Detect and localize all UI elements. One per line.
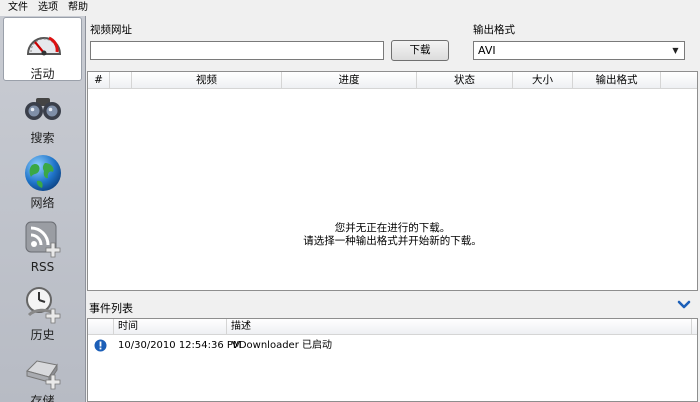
column-size[interactable]: 大小 bbox=[513, 72, 573, 89]
menu-file[interactable]: 文件 bbox=[2, 1, 32, 15]
gauge-icon bbox=[26, 36, 62, 56]
chevron-down-icon[interactable]: ▼ bbox=[669, 44, 682, 57]
clock-icon bbox=[26, 287, 61, 324]
collapse-chevron-icon[interactable] bbox=[677, 298, 691, 312]
output-format-label: 输出格式 bbox=[473, 24, 515, 36]
hard-drive-icon bbox=[26, 360, 61, 390]
event-list-header: 时间 描述 bbox=[88, 319, 697, 335]
column-output-format[interactable]: 输出格式 bbox=[573, 72, 661, 89]
sidebar-item-label: 活动 bbox=[30, 67, 55, 81]
sidebar-item-history[interactable]: 历史 bbox=[3, 279, 82, 343]
empty-downloads-message: 您并无正在进行的下载。 请选择一种输出格式并开始新的下载。 bbox=[88, 222, 697, 248]
sidebar-item-label: 网络 bbox=[30, 196, 55, 210]
menu-bar: 文件 选项 帮助 bbox=[0, 0, 700, 16]
column-video[interactable]: 视频 bbox=[132, 72, 282, 89]
main-panel: 视频网址 下载 输出格式 AVI ▼ # 视频 进度 状态 大小 输出格式 您并… bbox=[87, 16, 700, 402]
column-blank[interactable] bbox=[110, 72, 132, 89]
column-status[interactable]: 状态 bbox=[417, 72, 513, 89]
sidebar-item-rss[interactable]: RSS bbox=[3, 213, 82, 277]
binoculars-icon bbox=[25, 98, 61, 120]
menu-options[interactable]: 选项 bbox=[32, 1, 62, 15]
sidebar-item-label: 搜索 bbox=[30, 131, 55, 145]
event-list-title: 事件列表 bbox=[89, 302, 133, 315]
sidebar-item-network[interactable]: 网络 bbox=[3, 147, 82, 211]
sidebar-item-label: RSS bbox=[30, 260, 55, 274]
globe-icon bbox=[25, 155, 61, 191]
column-number[interactable]: # bbox=[88, 72, 110, 89]
column-description[interactable]: 描述 bbox=[227, 319, 692, 335]
sidebar-item-activity[interactable]: 活动 bbox=[3, 17, 82, 81]
sidebar: 活动 搜索 网络 RSS 历史 存储 bbox=[0, 16, 86, 402]
column-time[interactable]: 时间 bbox=[114, 319, 227, 335]
column-icon[interactable] bbox=[88, 319, 114, 335]
sidebar-item-label: 存储 bbox=[30, 394, 55, 402]
sidebar-item-search[interactable]: 搜索 bbox=[3, 82, 82, 146]
empty-message-line-2: 请选择一种输出格式并开始新的下载。 bbox=[303, 235, 482, 247]
download-button[interactable]: 下载 bbox=[391, 40, 449, 61]
event-time: 10/30/2010 12:54:36 PM bbox=[118, 340, 242, 351]
menu-help[interactable]: 帮助 bbox=[62, 1, 92, 15]
output-format-select[interactable]: AVI ▼ bbox=[473, 41, 685, 60]
table-row[interactable]: 10/30/2010 12:54:36 PM VDownloader 已启动 bbox=[88, 338, 697, 354]
sidebar-item-storage[interactable]: 存储 bbox=[3, 345, 82, 402]
rss-icon bbox=[25, 221, 61, 258]
sidebar-item-label: 历史 bbox=[30, 328, 55, 342]
video-url-input[interactable] bbox=[90, 41, 384, 60]
downloads-table-header: # 视频 进度 状态 大小 输出格式 bbox=[88, 72, 697, 89]
event-list-table: 时间 描述 10/30/2010 12:54:36 PM VDownloader… bbox=[87, 318, 698, 402]
info-icon bbox=[94, 339, 107, 352]
downloads-table: # 视频 进度 状态 大小 输出格式 您并无正在进行的下载。 请选择一种输出格式… bbox=[87, 71, 698, 291]
video-url-label: 视频网址 bbox=[90, 24, 132, 36]
output-format-value: AVI bbox=[478, 44, 496, 57]
empty-message-line-1: 您并无正在进行的下载。 bbox=[334, 222, 451, 234]
column-progress[interactable]: 进度 bbox=[282, 72, 417, 89]
event-description: VDownloader 已启动 bbox=[232, 340, 332, 351]
